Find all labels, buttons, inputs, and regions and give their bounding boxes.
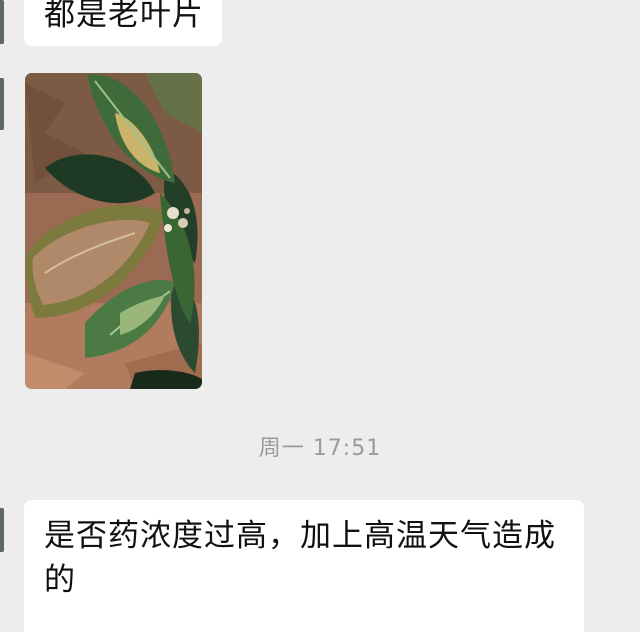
message-bubble[interactable]: 都是老叶片 <box>24 0 222 46</box>
message-text: 是否药浓度过高，加上高温天气造成的 <box>44 518 556 598</box>
avatar[interactable] <box>0 78 4 130</box>
message-text: 都是老叶片 <box>44 0 204 33</box>
avatar[interactable] <box>0 0 4 44</box>
message-image[interactable] <box>25 73 202 389</box>
avatar[interactable] <box>0 508 4 552</box>
message-bubble[interactable]: 是否药浓度过高，加上高温天气造成的 <box>24 500 584 632</box>
plant-photo <box>25 73 202 389</box>
message-timestamp: 周一 17:51 <box>258 436 382 461</box>
chat-window: 都是老叶片 周一 17:51 是否药浓度过高，加上高温天气造成的 <box>0 0 640 632</box>
